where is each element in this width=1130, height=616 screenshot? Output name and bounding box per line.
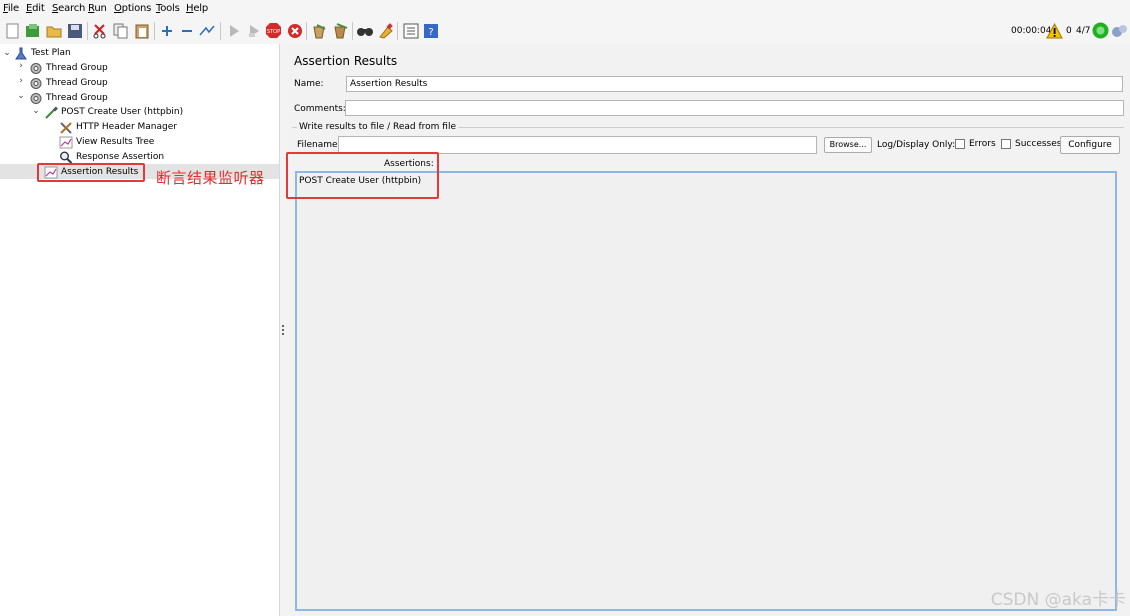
splitter-grip xyxy=(282,325,284,327)
errors-label: Errors xyxy=(969,139,996,149)
tree-node-thread-group[interactable]: Thread Group xyxy=(29,76,108,90)
collapse-icon[interactable] xyxy=(178,22,195,39)
menu-search[interactable]: Search xyxy=(52,3,85,14)
toolbar-separator xyxy=(87,22,88,40)
stop-icon[interactable]: STOP xyxy=(265,22,282,39)
tree-node-label: Thread Group xyxy=(46,93,108,103)
pipette-icon xyxy=(44,106,58,119)
gear-icon xyxy=(29,92,43,105)
tree-node-label: Response Assertion xyxy=(76,152,165,162)
templates-icon[interactable] xyxy=(24,22,41,39)
tree-node-label: HTTP Header Manager xyxy=(76,122,177,132)
tree-node-label: View Results Tree xyxy=(76,137,155,147)
tools-icon xyxy=(59,121,73,134)
menu-tools[interactable]: Tools xyxy=(156,3,180,14)
reset-search-icon[interactable] xyxy=(377,22,394,39)
svg-text:?: ? xyxy=(428,27,433,38)
save-icon[interactable] xyxy=(66,22,83,39)
copy-icon[interactable] xyxy=(112,22,129,39)
browse-button[interactable]: Browse... xyxy=(824,137,872,153)
highlight-box-assertions xyxy=(286,152,439,199)
menu-help[interactable]: Help xyxy=(186,3,208,14)
pane-splitter[interactable] xyxy=(280,44,289,616)
menu-options[interactable]: Options xyxy=(114,3,151,14)
tree-node-http-sampler[interactable]: POST Create User (httpbin) xyxy=(44,105,183,119)
paste-icon[interactable] xyxy=(133,22,150,39)
toolbar-separator xyxy=(352,22,353,40)
name-field[interactable]: Assertion Results xyxy=(346,76,1123,92)
watermark: CSDN @aka卡卡 xyxy=(990,590,1126,610)
annotation-label: 断言结果监听器 xyxy=(156,169,265,187)
menu-edit[interactable]: Edit xyxy=(26,3,45,14)
menu-bar: File Edit Search Run Options Tools Help xyxy=(0,0,1130,18)
active-threads: 4/7 xyxy=(1076,26,1091,36)
tree-node-label: Thread Group xyxy=(46,63,108,73)
start-icon[interactable] xyxy=(225,22,242,39)
chart-icon xyxy=(59,136,73,149)
tree-node-header-manager[interactable]: HTTP Header Manager xyxy=(59,120,177,134)
cut-icon[interactable] xyxy=(91,22,108,39)
tree-node-thread-group[interactable]: Thread Group xyxy=(29,61,108,75)
tree-node-label: POST Create User (httpbin) xyxy=(61,107,184,117)
comments-field[interactable] xyxy=(345,100,1124,116)
tree-node-thread-group[interactable]: Thread Group xyxy=(29,91,108,105)
magnifier-icon xyxy=(59,151,73,164)
remote-engines-icon[interactable] xyxy=(1111,22,1128,39)
expand-icon[interactable] xyxy=(158,22,175,39)
page-title: Assertion Results xyxy=(294,54,398,68)
expand-toggle-icon[interactable]: › xyxy=(17,61,25,71)
successes-label: Successes xyxy=(1015,139,1062,149)
tree-node-view-results-tree[interactable]: View Results Tree xyxy=(59,135,154,149)
comments-label: Comments: xyxy=(294,104,346,114)
toolbar: STOP ? 00:00:04 0 4/7 xyxy=(0,18,1130,45)
toolbar-separator xyxy=(306,22,307,40)
collapse-toggle-icon[interactable]: ⌄ xyxy=(17,91,25,101)
running-indicator-icon xyxy=(1092,22,1109,39)
function-helper-icon[interactable] xyxy=(402,22,419,39)
toolbar-separator xyxy=(220,22,221,40)
splitter-grip xyxy=(282,333,284,335)
expand-toggle-icon[interactable]: › xyxy=(17,76,25,86)
toolbar-separator xyxy=(397,22,398,40)
name-label: Name: xyxy=(294,79,324,89)
menu-run[interactable]: Run xyxy=(88,3,107,14)
toggle-icon[interactable] xyxy=(198,22,215,39)
start-no-pauses-icon[interactable] xyxy=(245,22,262,39)
collapse-toggle-icon[interactable]: ⌄ xyxy=(3,48,11,58)
toolbar-separator xyxy=(154,22,155,40)
menu-file[interactable]: File xyxy=(3,3,19,14)
stop-label: STOP xyxy=(267,29,280,35)
new-icon[interactable] xyxy=(4,22,21,39)
log-display-label: Log/Display Only: xyxy=(877,140,956,150)
help-icon[interactable]: ? xyxy=(422,22,439,39)
tree-node-test-plan[interactable]: Test Plan xyxy=(14,46,71,60)
search-icon[interactable] xyxy=(356,22,373,39)
tree-node-label: Thread Group xyxy=(46,78,108,88)
highlight-box-tree-node xyxy=(37,163,145,182)
test-plan-icon xyxy=(14,47,28,60)
gear-icon xyxy=(29,62,43,75)
clear-all-icon[interactable] xyxy=(331,22,348,39)
shutdown-icon[interactable] xyxy=(286,22,303,39)
tree-node-label: Test Plan xyxy=(31,48,71,58)
open-icon[interactable] xyxy=(45,22,62,39)
errors-checkbox[interactable] xyxy=(955,139,965,149)
successes-checkbox[interactable] xyxy=(1001,139,1011,149)
filename-label: Filename xyxy=(297,140,338,150)
write-results-group-label: Write results to file / Read from file xyxy=(297,122,458,132)
assertions-list[interactable] xyxy=(295,171,1117,611)
configure-button[interactable]: Configure xyxy=(1060,136,1120,154)
clear-icon[interactable] xyxy=(310,22,327,39)
tree-node-response-assertion[interactable]: Response Assertion xyxy=(59,150,164,164)
warning-icon[interactable] xyxy=(1046,22,1063,39)
splitter-grip xyxy=(282,329,284,331)
warning-count: 0 xyxy=(1066,26,1072,36)
gear-icon xyxy=(29,77,43,90)
collapse-toggle-icon[interactable]: ⌄ xyxy=(32,106,40,116)
